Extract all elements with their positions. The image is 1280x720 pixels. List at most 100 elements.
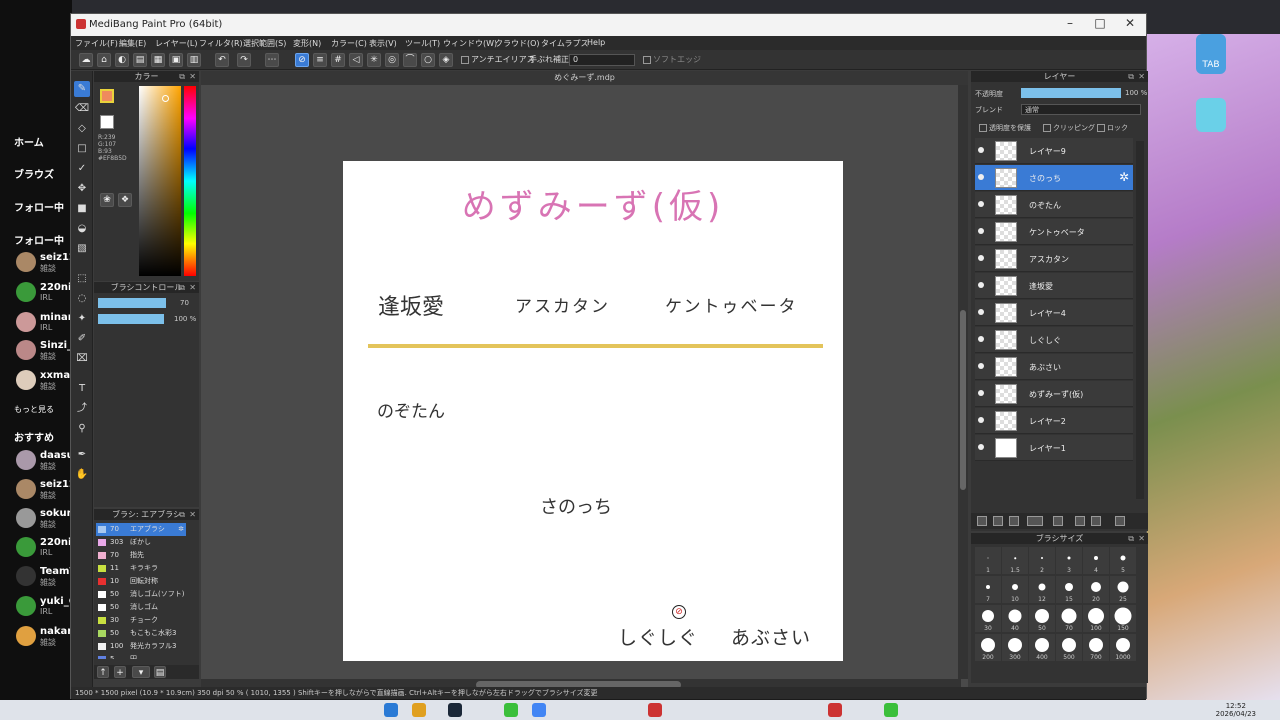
vertical-scroll-thumb[interactable] <box>960 310 966 490</box>
menu-view[interactable]: 表示(V) <box>369 38 397 49</box>
home-icon[interactable]: ⌂ <box>97 53 111 67</box>
sidebar-item-home[interactable]: ホーム <box>14 134 44 149</box>
pen-tool-icon[interactable]: ✒ <box>74 447 90 463</box>
magic-wand-icon[interactable]: ✦ <box>74 311 90 327</box>
brush-item[interactable]: 303 ぼかし <box>96 536 186 549</box>
snap-radial-icon[interactable]: ✳ <box>367 53 381 67</box>
check-tool-icon[interactable]: ✓ <box>74 161 90 177</box>
dot-eraser-icon[interactable]: ◇ <box>74 121 90 137</box>
brush-size-option[interactable]: 10 <box>1002 576 1028 603</box>
color-history-icon[interactable]: ❖ <box>118 193 132 207</box>
show-more-link[interactable]: もっと見る <box>14 404 54 415</box>
brush-size-option[interactable]: 500 <box>1056 634 1082 661</box>
close-button[interactable]: ✕ <box>1116 16 1144 34</box>
layer-row[interactable]: のぞたん <box>975 192 1133 218</box>
brush-size-option[interactable]: 300 <box>1002 634 1028 661</box>
layer-row[interactable]: レイヤー4 <box>975 300 1133 326</box>
menu-tool[interactable]: ツール(T) <box>405 38 440 49</box>
palette-icon[interactable]: ❀ <box>100 193 114 207</box>
minimize-button[interactable]: – <box>1056 16 1084 34</box>
settings-icon[interactable]: ▤ <box>154 666 166 678</box>
line-icon[interactable] <box>504 703 518 717</box>
brush-size-option[interactable]: 400 <box>1029 634 1055 661</box>
app-icon[interactable] <box>384 703 398 717</box>
clipping-toggle[interactable]: クリッピング <box>1043 123 1095 133</box>
lasso-tool-icon[interactable]: ◌ <box>74 291 90 307</box>
brush-size-option[interactable]: 5 <box>1110 547 1136 574</box>
brush-item[interactable]: 30 チョーク <box>96 614 186 627</box>
popout-icon[interactable]: ⧉ <box>179 509 185 520</box>
avatar[interactable] <box>16 312 36 332</box>
app-icon[interactable] <box>884 703 898 717</box>
snap-ellipse-icon[interactable]: ○ <box>421 53 435 67</box>
hue-slider[interactable] <box>184 86 196 276</box>
brush-size-option[interactable]: 30 <box>975 605 1001 632</box>
brush-item[interactable]: 70 指先 <box>96 549 186 562</box>
select-tool-icon[interactable]: ⬚ <box>74 271 90 287</box>
panel-icon[interactable]: ▦ <box>151 53 165 67</box>
title-bar[interactable]: MediBang Paint Pro (64bit) – □ ✕ <box>71 14 1146 36</box>
select-eraser-icon[interactable]: ⌧ <box>74 351 90 367</box>
avatar[interactable] <box>16 282 36 302</box>
protect-alpha-toggle[interactable]: 透明度を保護 <box>979 123 1031 133</box>
brush-size-option[interactable]: 12 <box>1029 576 1055 603</box>
new-brush-icon[interactable]: + <box>114 666 126 678</box>
merge-down-icon[interactable] <box>1091 516 1101 526</box>
hand-tool-icon[interactable]: ✋ <box>74 467 90 483</box>
snap-off-icon[interactable]: ⊘ <box>295 53 309 67</box>
avatar[interactable] <box>16 566 36 586</box>
visibility-eye-icon[interactable] <box>978 201 984 207</box>
snap-curve-icon[interactable]: ⌒ <box>403 53 417 67</box>
chat-icon[interactable]: ◐ <box>115 53 129 67</box>
backpack-icon[interactable] <box>1196 98 1226 132</box>
soft-edge-toggle[interactable]: ソフトエッジ <box>643 54 701 65</box>
brush-size-option[interactable]: 1 <box>975 547 1001 574</box>
brush-size-option[interactable]: 2 <box>1029 547 1055 574</box>
layer-row[interactable]: 逢坂愛 <box>975 273 1133 299</box>
layer-row[interactable]: アスカタン <box>975 246 1133 272</box>
brush-item[interactable]: 70 エアブラシ ✲ <box>96 523 186 536</box>
close-icon[interactable]: ✕ <box>1138 533 1145 544</box>
layer-row[interactable]: ケントゥベータ <box>975 219 1133 245</box>
avatar[interactable] <box>16 370 36 390</box>
avatar[interactable] <box>16 537 36 557</box>
brush-size-option[interactable]: 25 <box>1110 576 1136 603</box>
stabilizer-select[interactable]: 0 <box>569 54 635 66</box>
grid-icon[interactable]: ▥ <box>187 53 201 67</box>
brush-item[interactable]: 11 キラキラ <box>96 562 186 575</box>
add-layer-menu-icon[interactable] <box>1027 516 1043 526</box>
maximize-button[interactable]: □ <box>1086 16 1114 34</box>
visibility-eye-icon[interactable] <box>978 282 984 288</box>
menu-help[interactable]: Help <box>587 38 605 47</box>
new-layer-icon[interactable] <box>977 516 987 526</box>
new-halftone-layer-icon[interactable] <box>993 516 1003 526</box>
close-icon[interactable]: ✕ <box>189 509 196 520</box>
close-icon[interactable]: ✕ <box>189 282 196 293</box>
channel-item[interactable]: 220ni IRL <box>40 282 71 302</box>
deselect-icon[interactable]: ⋯ <box>265 53 279 67</box>
gear-icon[interactable]: ✲ <box>178 523 184 536</box>
lock-checkbox[interactable] <box>1097 124 1105 132</box>
brush-size-option[interactable]: 15 <box>1056 576 1082 603</box>
snap-grid-icon[interactable]: # <box>331 53 345 67</box>
layer-scrollbar[interactable] <box>1136 141 1144 499</box>
fill-rect-icon[interactable]: ■ <box>74 201 90 217</box>
cloud-icon[interactable]: ☁ <box>79 53 93 67</box>
new-1bit-layer-icon[interactable] <box>1009 516 1019 526</box>
avatar[interactable] <box>16 596 36 616</box>
layer-row[interactable]: さのっち ✲ <box>975 165 1133 191</box>
avatar[interactable] <box>16 450 36 470</box>
clock[interactable]: 12:52 2026/04/23 <box>1216 702 1256 718</box>
text-tool-icon[interactable]: T <box>74 381 90 397</box>
brush-size-slider[interactable] <box>98 298 166 308</box>
brush-size-option[interactable]: 7 <box>975 576 1001 603</box>
menu-timelapse[interactable]: タイムラプス <box>541 38 588 49</box>
visibility-eye-icon[interactable] <box>978 309 984 315</box>
layout-icon[interactable]: ▣ <box>169 53 183 67</box>
eraser-tool-icon[interactable]: ⌫ <box>74 101 90 117</box>
popout-icon[interactable]: ⧉ <box>179 71 185 82</box>
visibility-eye-icon[interactable] <box>978 363 984 369</box>
channel-item[interactable]: sokun 雑談 <box>40 508 74 530</box>
visibility-eye-icon[interactable] <box>978 444 984 450</box>
brush-item[interactable]: 10 回転対称 <box>96 575 186 588</box>
